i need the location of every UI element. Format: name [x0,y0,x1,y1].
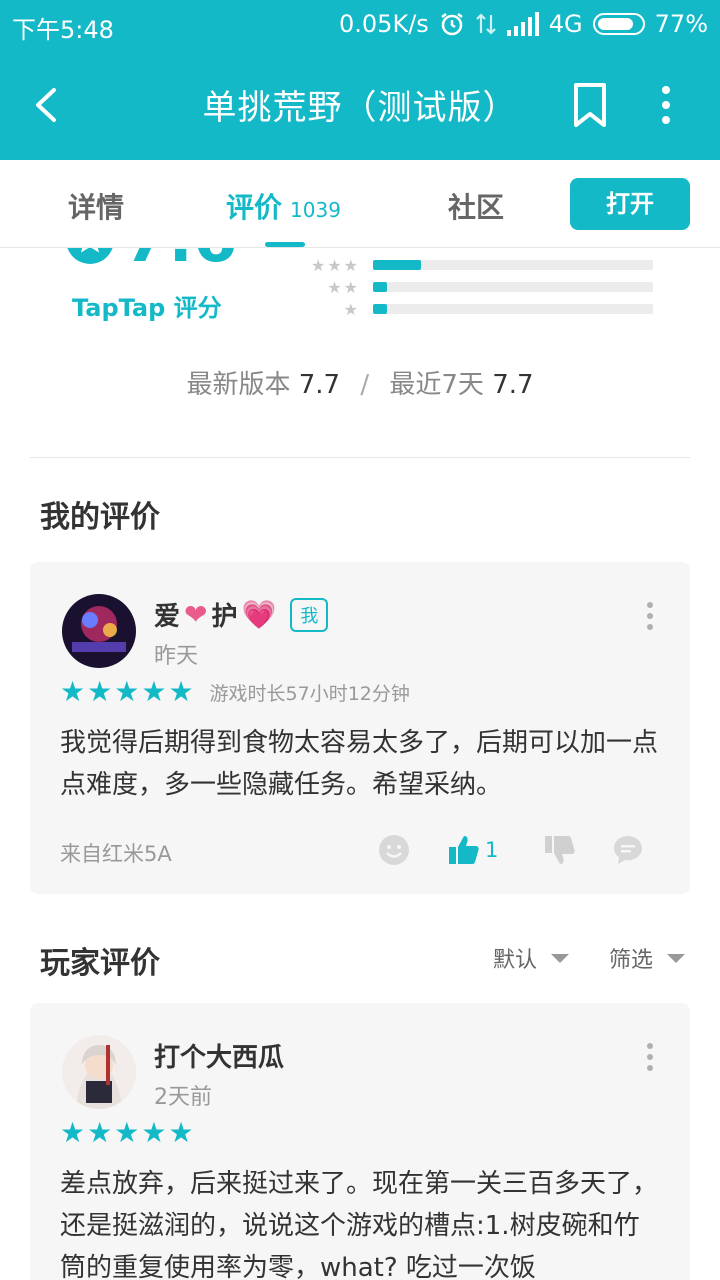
chevron-down-icon [667,953,686,963]
section-divider [30,457,690,458]
battery-icon [592,13,645,35]
like-count: 1 [485,838,499,862]
status-right: 0.05K/s 4G 77% [339,10,708,38]
review-device: 来自红米5A [60,842,172,866]
network-type: 4G [548,10,583,38]
rating-bar-stars: ★ [343,300,360,319]
rating-bar-fill [373,304,387,314]
thumbs-down-icon[interactable] [544,834,576,866]
player-review-card[interactable]: 打个大西瓜 2天前 ★ ★ ★ ★ ★ 差点放弃，后来挺过来了。现在第一关三百多… [30,1003,690,1280]
star-icon: ★ [168,1116,194,1149]
latest-version-label: 最新版本 [186,370,291,400]
app-title: 单挑荒野（测试版） [202,88,518,128]
taptap-star-icon [67,248,113,264]
net-speed: 0.05K/s [339,10,429,38]
review-more-icon[interactable] [644,1043,656,1071]
thumbs-up-icon[interactable] [448,834,480,866]
signal-icon [506,12,539,36]
filter-dropdown[interactable]: 筛选 [609,942,686,974]
star-icon: ★ [87,675,113,708]
review-text[interactable]: 差点放弃，后来挺过来了。现在第一关三百多天了，还是挺滋润的，说说这个游戏的槽点:… [60,1163,660,1280]
status-time: 下午5:48 [12,16,114,44]
star-icon: ★ [87,1116,113,1149]
rating-bar-fill [373,260,421,270]
active-tab-indicator [265,242,305,247]
avatar[interactable] [62,1035,136,1109]
rating-summary: 7.6 TapTap 评分 ★★★ ★★ ★ 最新版本 7.7 / 最近7天 7… [0,248,720,458]
star-icon: ★ [141,1116,167,1149]
heart-icon: ❤ [184,598,208,631]
recent-label: 最近7天 [389,370,484,400]
tab-reviews-label: 评价 [226,191,283,224]
tab-bar: 详情 评价 1039 社区 打开 [0,160,720,248]
review-stars: ★ ★ ★ ★ ★ 游戏时长57小时12分钟 [60,678,410,706]
overall-score-value: 7.6 [124,248,237,272]
player-reviews-title: 玩家评价 [40,946,160,981]
star-icon: ★ [60,675,86,708]
avatar[interactable] [62,594,136,668]
alarm-icon [441,13,463,36]
battery-percent: 77% [654,10,708,38]
star-icon: ★ [168,675,194,708]
heart-icon: 💗 [241,598,277,631]
review-date: 昨天 [154,644,199,669]
me-badge: 我 [290,597,329,632]
smile-icon[interactable] [378,834,410,866]
my-review-card[interactable]: 爱 ❤ 护 💗 我 昨天 ★ ★ ★ ★ ★ 游戏时长57小时12分钟 我觉得后… [30,562,690,894]
review-text[interactable]: 我觉得后期得到食物太容易太多了，后期可以加一点点难度，多一些隐藏任务。希望采纳。 [60,722,660,806]
latest-version-score: 7.7 [298,370,341,400]
chevron-down-icon [551,953,570,963]
review-username: 爱 ❤ 护 💗 我 [154,596,329,633]
score-separator: / [360,370,370,400]
review-username: 打个大西瓜 [154,1043,285,1073]
star-icon: ★ [114,1116,140,1149]
rating-bar-stars: ★★★ [310,256,360,275]
back-arrow-icon[interactable] [28,80,68,130]
rating-bar-stars: ★★ [327,278,360,297]
app-bar: 单挑荒野（测试版） [0,58,720,150]
review-footer: 来自红米5A 1 [60,834,660,870]
open-button[interactable]: 打开 [570,178,690,230]
sort-dropdown[interactable]: 默认 [493,942,570,974]
rating-bar-fill [373,282,387,292]
comment-icon[interactable] [612,834,644,866]
taptap-rating-label: TapTap 评分 [72,294,222,322]
overall-score: 7.6 [66,248,237,272]
rating-bar-2: ★★ [300,278,660,300]
review-more-icon[interactable] [644,602,656,630]
review-stars: ★ ★ ★ ★ ★ [60,1119,196,1147]
star-icon: ★ [60,1116,86,1149]
star-icon: ★ [114,675,140,708]
data-transfer-icon [476,13,496,35]
tab-community[interactable]: 社区 [448,186,504,226]
bookmark-icon[interactable] [570,80,610,130]
version-score-line: 最新版本 7.7 / 最近7天 7.7 [0,364,720,401]
my-review-title: 我的评价 [40,500,160,535]
recent-score: 7.7 [492,370,534,400]
status-bar: 下午5:48 0.05K/s 4G 77% [0,0,720,50]
more-vert-icon[interactable] [648,82,684,128]
tab-reviews[interactable]: 评价 1039 [226,186,341,226]
tab-reviews-count: 1039 [290,198,341,222]
playtime: 游戏时长57小时12分钟 [209,682,410,705]
rating-bar-3: ★★★ [300,256,660,278]
review-date: 2天前 [154,1085,212,1110]
rating-bar-1: ★ [300,300,660,322]
rating-distribution: ★★★ ★★ ★ [300,256,660,322]
star-icon: ★ [141,675,167,708]
top-bar: 下午5:48 0.05K/s 4G 77% 单挑荒野（测试版） [0,0,720,160]
tab-details[interactable]: 详情 [68,186,124,226]
